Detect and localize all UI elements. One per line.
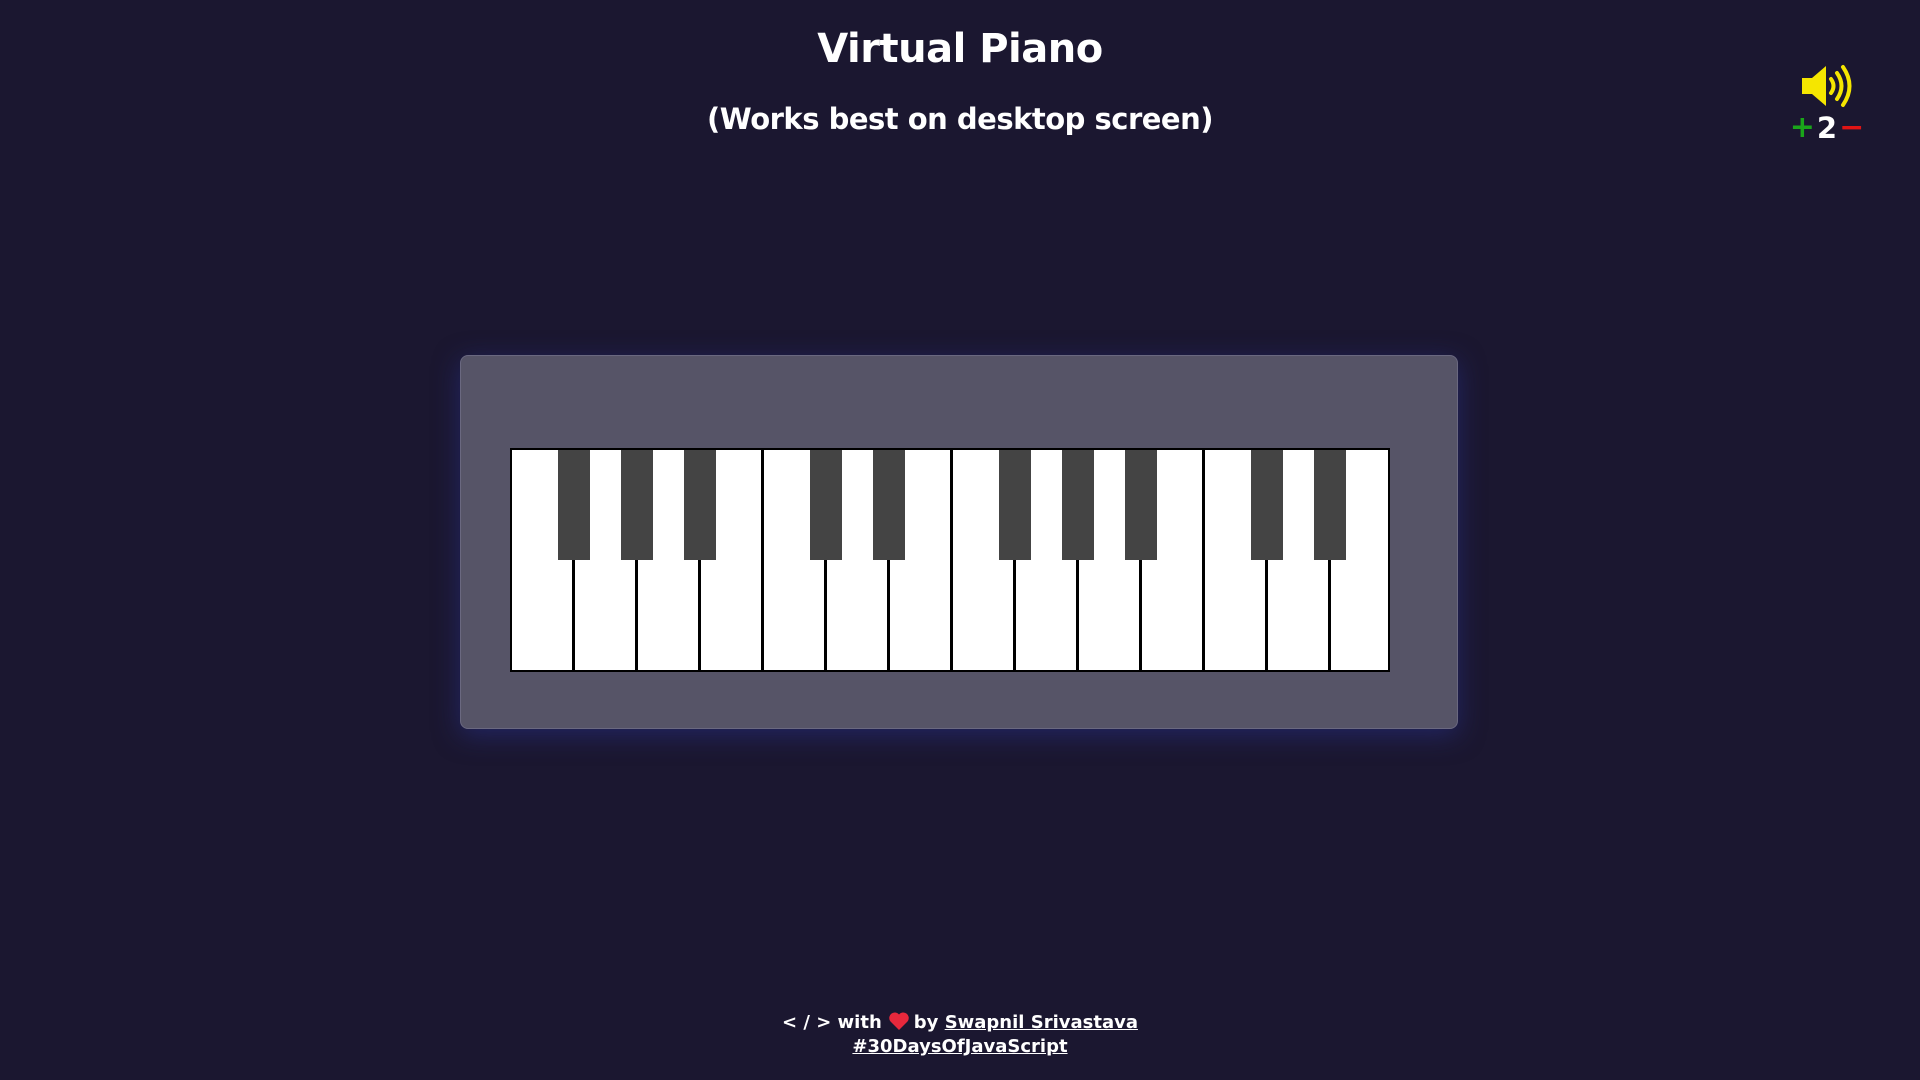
black-key[interactable] [684, 450, 716, 560]
black-key[interactable] [873, 450, 905, 560]
page-title: Virtual Piano [817, 26, 1103, 72]
code-symbol-text: < / > with [782, 1012, 882, 1033]
volume-down-button[interactable]: − [1839, 110, 1864, 146]
black-key[interactable] [1251, 450, 1283, 560]
black-key[interactable] [558, 450, 590, 560]
heart-icon [889, 1012, 909, 1030]
author-link[interactable]: Swapnil Srivastava [945, 1012, 1138, 1033]
page: Virtual Piano (Works best on desktop scr… [0, 0, 1920, 1080]
volume-up-button[interactable]: + [1790, 110, 1815, 146]
by-text: by [913, 1012, 939, 1033]
black-key[interactable] [1062, 450, 1094, 560]
black-key[interactable] [621, 450, 653, 560]
black-key[interactable] [1125, 450, 1157, 560]
speaker-volume-icon[interactable] [1800, 62, 1856, 110]
volume-stepper: + 2 − [1790, 110, 1864, 146]
page-subtitle: (Works best on desktop screen) [707, 102, 1214, 136]
black-key[interactable] [999, 450, 1031, 560]
volume-level: 2 [1816, 111, 1838, 145]
hashtag-link[interactable]: #30DaysOfJavaScript [852, 1036, 1067, 1057]
footer-hashtag: #30DaysOfJavaScript [0, 1035, 1920, 1059]
piano-keyboard [510, 448, 1390, 672]
footer-credit: < / > with by Swapnil Srivastava [0, 1011, 1920, 1035]
volume-control: + 2 − [1790, 62, 1864, 147]
black-key[interactable] [1314, 450, 1346, 560]
footer: < / > with by Swapnil Srivastava #30DaysO… [0, 1011, 1920, 1059]
black-key[interactable] [810, 450, 842, 560]
